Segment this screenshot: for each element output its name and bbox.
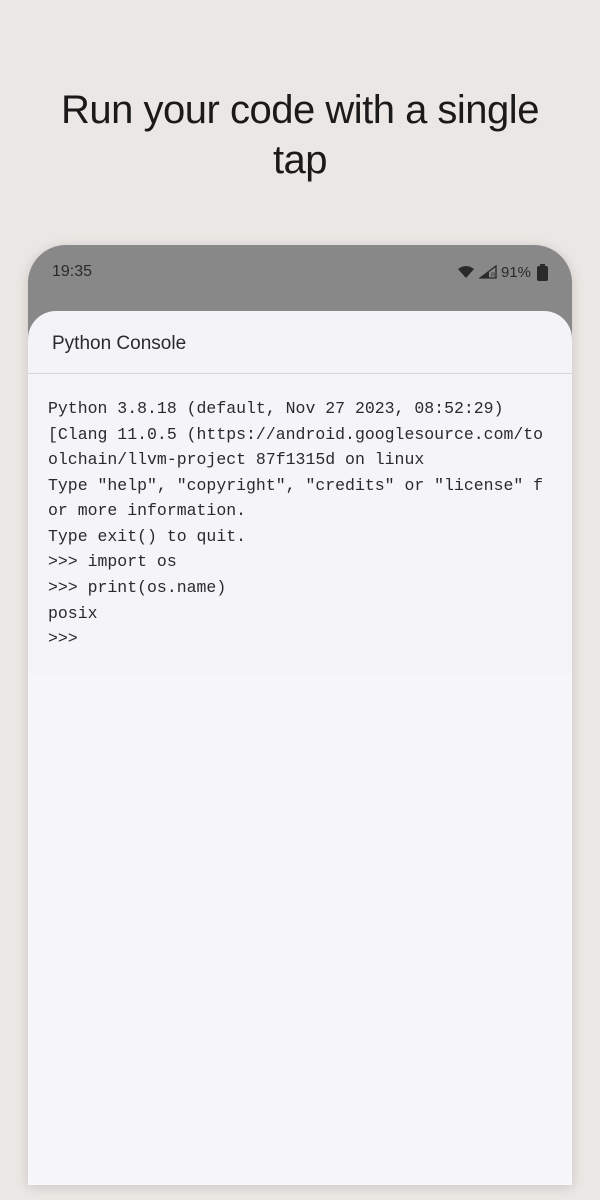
signal-icon: R	[479, 265, 497, 279]
app-surface: Python Console Python 3.8.18 (default, N…	[28, 311, 572, 1185]
battery-percent: 91%	[501, 264, 531, 281]
console-output[interactable]: Python 3.8.18 (default, Nov 27 2023, 08:…	[28, 374, 572, 674]
status-time: 19:35	[52, 263, 92, 281]
phone-frame: 19:35 R 91%	[28, 245, 572, 1185]
battery-icon	[537, 264, 548, 281]
app-title: Python Console	[28, 311, 572, 374]
svg-text:R: R	[491, 273, 496, 279]
wifi-icon	[457, 265, 475, 279]
console-empty-area[interactable]	[28, 674, 572, 1185]
status-right: R 91%	[457, 264, 548, 281]
status-bar: 19:35 R 91%	[28, 245, 572, 295]
promo-heading: Run your code with a single tap	[0, 0, 600, 245]
